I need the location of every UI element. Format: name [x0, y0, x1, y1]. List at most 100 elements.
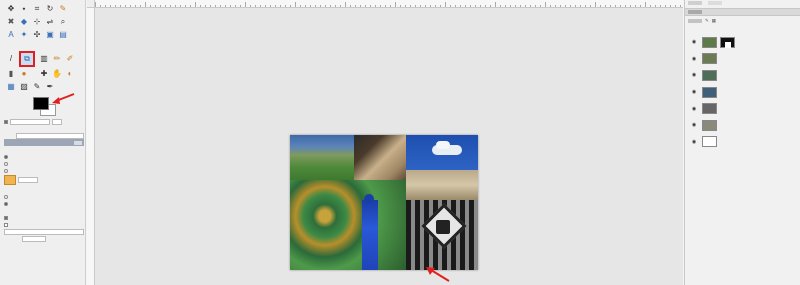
fill-type-option[interactable]	[4, 167, 84, 174]
paintbrush-icon[interactable]: ✎	[58, 4, 68, 14]
radio[interactable]	[4, 201, 8, 206]
ruler-tick	[470, 5, 471, 7]
ruler-tick	[440, 5, 441, 7]
path-tool-icon[interactable]: ✣	[32, 30, 42, 40]
tab-layers[interactable]	[688, 1, 702, 5]
fill-area-option[interactable]	[4, 200, 84, 207]
layers-list: ◉ ◉ ◉ ◉ ◉ ◉ ◉	[689, 34, 799, 150]
pencil-tool-icon[interactable]: ✏	[52, 54, 62, 64]
checkbox[interactable]	[4, 222, 8, 227]
heal-tool-icon[interactable]: ✚	[39, 69, 49, 79]
fuzzy-select-tool-icon[interactable]: ✦	[19, 30, 29, 40]
visibility-eye-icon[interactable]: ◉	[689, 56, 699, 62]
lock-alpha-icon[interactable]: ▦	[712, 18, 716, 24]
checkbox[interactable]	[4, 119, 8, 124]
rotate-tool-icon[interactable]: ↻	[45, 4, 55, 14]
option-label	[4, 236, 20, 242]
crop-tool-icon[interactable]: ⌗	[32, 4, 42, 14]
radio[interactable]	[4, 161, 8, 166]
ruler-tick	[95, 2, 96, 7]
foreground-color-swatch[interactable]	[33, 97, 49, 110]
visibility-eye-icon[interactable]: ◉	[689, 89, 699, 95]
layer-row[interactable]: ◉	[689, 117, 799, 134]
ink-tool-icon[interactable]: ✒	[45, 82, 55, 92]
ruler-tick	[120, 5, 121, 7]
airbrush-tool-icon[interactable]: ✐	[65, 54, 75, 64]
zoom-tool-icon[interactable]: ⌕	[58, 17, 68, 27]
bucket-fill-tool-icon[interactable]: ⧉	[19, 51, 35, 67]
vertical-ruler[interactable]	[87, 8, 95, 285]
handle-transform-icon[interactable]: ✎	[32, 82, 42, 92]
perspective-tool-icon[interactable]: ⊹	[32, 17, 42, 27]
option-row[interactable]	[4, 118, 84, 125]
flip-tool-icon[interactable]: ⇌	[45, 17, 55, 27]
option-label	[10, 154, 84, 160]
gradient-tool-icon[interactable]: ▥	[39, 54, 49, 64]
fill-by-combo[interactable]	[22, 235, 46, 242]
option-row	[4, 125, 84, 132]
smudge-tool-icon[interactable]: ✋	[52, 69, 62, 79]
layer-row[interactable]: ◉	[689, 100, 799, 117]
option-field[interactable]	[52, 118, 62, 125]
text-tool-icon[interactable]: /	[6, 54, 16, 64]
layer-row[interactable]: ◉	[689, 134, 799, 151]
threshold-slider[interactable]	[4, 228, 84, 235]
measure-tool-icon[interactable]: ▤	[58, 30, 68, 40]
option-checkbox-row[interactable]	[4, 221, 84, 228]
layer-row[interactable]: ◉	[689, 67, 799, 84]
ruler-tick	[295, 2, 296, 7]
ruler-tick	[645, 2, 646, 7]
warp-tool-icon[interactable]: ▦	[6, 82, 16, 92]
layer-row[interactable]: ◉	[689, 34, 799, 51]
tab-channels[interactable]	[708, 1, 722, 5]
eraser-tool-icon[interactable]: ▮	[6, 69, 16, 79]
layer-row[interactable]: ◉	[689, 84, 799, 101]
radio[interactable]	[4, 168, 8, 173]
ruler-tick	[370, 5, 371, 7]
clone-tool-icon[interactable]: ●	[19, 69, 29, 79]
ruler-tick	[220, 5, 221, 7]
visibility-eye-icon[interactable]: ◉	[689, 122, 699, 128]
fill-area-option[interactable]	[4, 193, 84, 200]
image-collage[interactable]	[290, 135, 478, 270]
scale-tool-icon[interactable]: ✖	[6, 17, 16, 27]
visibility-eye-icon[interactable]: ◉	[689, 139, 699, 145]
ruler-tick	[525, 5, 526, 7]
shear-tool-icon[interactable]: ◆	[19, 17, 29, 27]
pattern-name[interactable]	[18, 177, 38, 183]
ruler-tick	[160, 5, 161, 7]
toolbox: ✥ ⬩ ⌗ ↻ ✎ ✖ ◆ ⊹ ⇌ ⌕ A ✦ ✣ ▣ ▤ / ⧉ ▥ ✏ ✐ …	[0, 0, 86, 285]
fill-type-option[interactable]	[4, 160, 84, 167]
ruler-tick	[245, 2, 246, 7]
fill-by-row[interactable]	[4, 235, 84, 242]
free-select-tool-icon[interactable]: A	[6, 30, 16, 40]
canvas-area[interactable]	[87, 0, 683, 285]
color-picker-icon[interactable]: ▣	[45, 30, 55, 40]
dodge-tool-icon[interactable]: ◐	[65, 69, 75, 79]
visibility-eye-icon[interactable]: ◉	[689, 106, 699, 112]
layer-thumbnail	[702, 53, 717, 65]
option-checkbox-row[interactable]	[4, 214, 84, 221]
option-row	[4, 146, 84, 153]
lock-pixels-icon[interactable]: ✎	[705, 18, 709, 24]
visibility-eye-icon[interactable]: ◉	[689, 39, 699, 45]
align-tool-icon[interactable]: ⬩	[19, 4, 29, 14]
radio[interactable]	[4, 194, 8, 199]
mode-combo[interactable]	[16, 132, 84, 139]
ruler-tick	[635, 5, 636, 7]
pattern-preview[interactable]	[4, 175, 16, 185]
layer-row[interactable]: ◉	[689, 51, 799, 68]
option-field[interactable]	[10, 118, 50, 125]
threshold-row[interactable]	[4, 228, 84, 235]
visibility-eye-icon[interactable]: ◉	[689, 72, 699, 78]
opacity-slider[interactable]	[4, 139, 84, 146]
annotation-arrow-icon	[426, 267, 450, 282]
cage-tool-icon[interactable]: ▨	[19, 82, 29, 92]
horizontal-ruler[interactable]	[95, 0, 683, 8]
mode-row[interactable]	[4, 132, 84, 139]
move-tool-icon[interactable]: ✥	[6, 4, 16, 14]
checkbox[interactable]	[4, 215, 8, 220]
pattern-row[interactable]	[4, 174, 84, 186]
radio[interactable]	[4, 154, 8, 159]
fill-type-option[interactable]	[4, 153, 84, 160]
